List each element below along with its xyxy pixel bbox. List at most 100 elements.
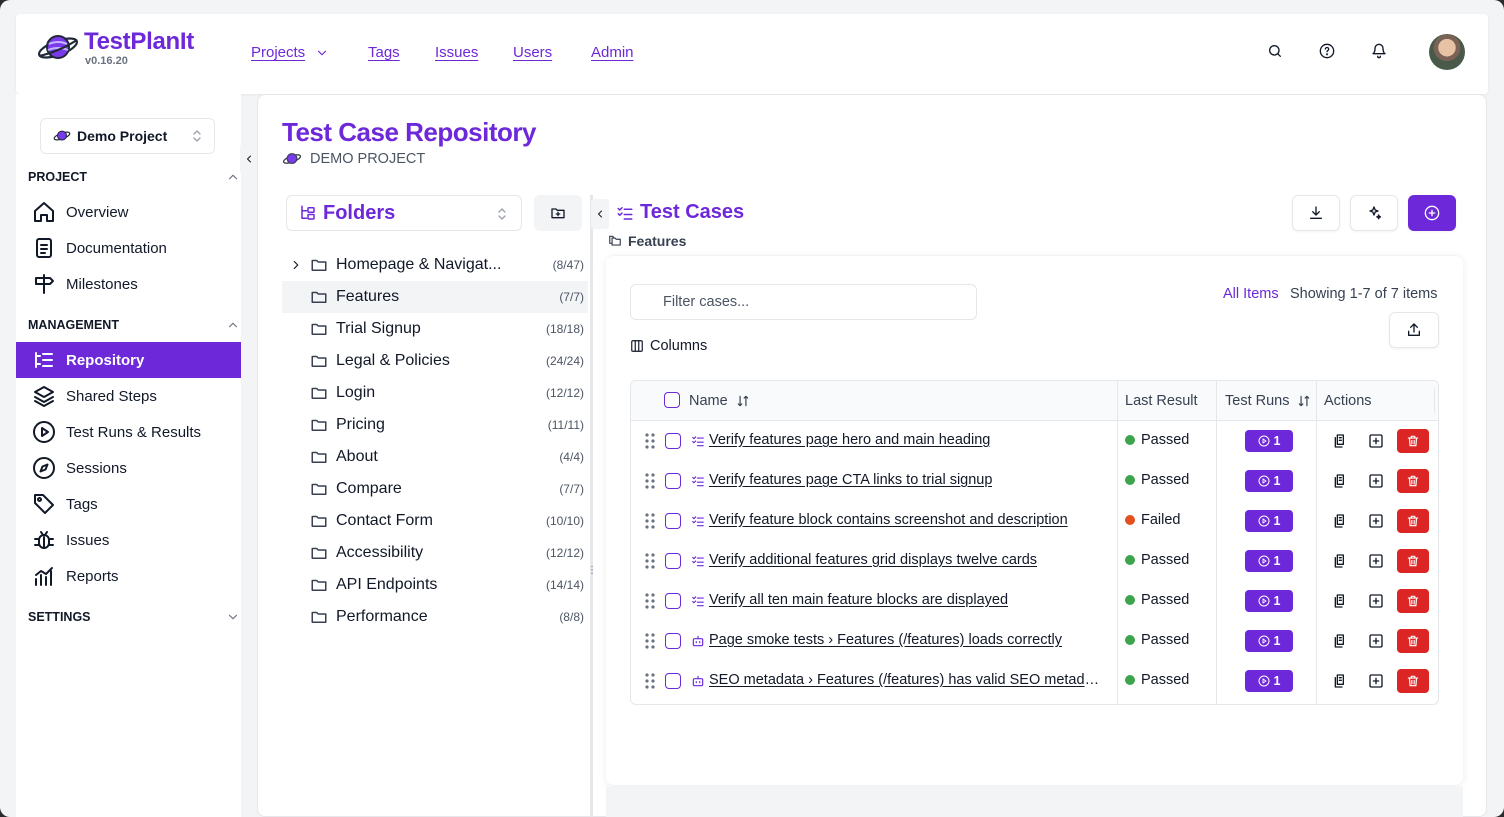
nav-tags[interactable]: Tags — [368, 44, 400, 61]
section-project-header[interactable]: PROJECT — [28, 170, 240, 184]
header-name[interactable]: Name — [689, 393, 750, 409]
sidebar-item-documentation[interactable]: Documentation — [16, 230, 241, 266]
test-case-link[interactable]: Verify features page hero and main headi… — [709, 432, 990, 448]
bell-icon[interactable] — [1371, 43, 1387, 59]
drag-handle-icon[interactable] — [645, 433, 655, 449]
delete-button[interactable] — [1397, 549, 1429, 573]
sidebar-item-milestones[interactable]: Milestones — [16, 266, 241, 302]
plus-square-icon[interactable] — [1368, 673, 1384, 689]
row-checkbox[interactable] — [665, 473, 681, 489]
copy-icon[interactable] — [1332, 593, 1348, 609]
test-runs-badge[interactable]: 1 — [1245, 430, 1293, 452]
row-checkbox[interactable] — [665, 673, 681, 689]
folder-item[interactable]: Performance (8/8) — [282, 601, 588, 633]
section-settings-header[interactable]: SETTINGS — [28, 610, 240, 624]
brand-name[interactable]: TestPlanIt — [84, 28, 194, 56]
row-checkbox[interactable] — [665, 593, 681, 609]
table-row[interactable]: Verify all ten main feature blocks are d… — [631, 581, 1438, 621]
row-checkbox[interactable] — [665, 553, 681, 569]
panel-splitter[interactable] — [590, 195, 593, 817]
sidebar-item-issues[interactable]: Issues — [16, 522, 241, 558]
splitter-grip-icon[interactable]: ⋮ — [587, 563, 597, 579]
folder-item[interactable]: Pricing (11/11) — [282, 409, 588, 441]
drag-handle-icon[interactable] — [645, 593, 655, 609]
plus-square-icon[interactable] — [1368, 593, 1384, 609]
table-row[interactable]: SEO metadata › Features (/features) has … — [631, 661, 1438, 701]
sidebar-collapse-button[interactable] — [240, 144, 258, 174]
sort-icon[interactable] — [736, 394, 750, 408]
table-row[interactable]: Verify features page CTA links to trial … — [631, 461, 1438, 501]
copy-icon[interactable] — [1332, 553, 1348, 569]
sidebar-item-tags[interactable]: Tags — [16, 486, 241, 522]
plus-square-icon[interactable] — [1368, 433, 1384, 449]
folder-item[interactable]: Homepage & Navigat... (8/47) — [282, 249, 588, 281]
copy-icon[interactable] — [1332, 433, 1348, 449]
folder-item[interactable]: Compare (7/7) — [282, 473, 588, 505]
delete-button[interactable] — [1397, 629, 1429, 653]
delete-button[interactable] — [1397, 469, 1429, 493]
copy-icon[interactable] — [1332, 633, 1348, 649]
folder-item[interactable]: Accessibility (12/12) — [282, 537, 588, 569]
header-test-runs[interactable]: Test Runs — [1225, 393, 1311, 409]
test-runs-badge[interactable]: 1 — [1245, 510, 1293, 532]
drag-handle-icon[interactable] — [645, 553, 655, 569]
folder-item[interactable]: Login (12/12) — [282, 377, 588, 409]
folder-item[interactable]: Trial Signup (18/18) — [282, 313, 588, 345]
test-case-link[interactable]: Page smoke tests › Features (/features) … — [709, 632, 1062, 648]
copy-icon[interactable] — [1332, 673, 1348, 689]
row-checkbox[interactable] — [665, 513, 681, 529]
copy-icon[interactable] — [1332, 513, 1348, 529]
table-row[interactable]: Page smoke tests › Features (/features) … — [631, 621, 1438, 661]
chevron-right-icon[interactable] — [289, 258, 303, 272]
project-select[interactable]: Demo Project — [40, 118, 215, 154]
add-test-case-button[interactable] — [1408, 195, 1456, 231]
folder-item[interactable]: API Endpoints (14/14) — [282, 569, 588, 601]
new-folder-button[interactable] — [534, 195, 582, 231]
test-case-link[interactable]: Verify additional features grid displays… — [709, 552, 1037, 568]
nav-projects[interactable]: Projects — [251, 44, 329, 61]
sidebar-item-repository[interactable]: Repository — [16, 342, 241, 378]
ai-generate-button[interactable] — [1350, 195, 1398, 231]
export-button[interactable] — [1389, 312, 1439, 348]
test-runs-badge[interactable]: 1 — [1245, 670, 1293, 692]
plus-square-icon[interactable] — [1368, 633, 1384, 649]
drag-handle-icon[interactable] — [645, 673, 655, 689]
help-icon[interactable] — [1319, 43, 1335, 59]
filter-input[interactable] — [630, 284, 977, 320]
row-checkbox[interactable] — [665, 433, 681, 449]
copy-icon[interactable] — [1332, 473, 1348, 489]
columns-button[interactable]: Columns — [630, 338, 707, 354]
test-case-link[interactable]: Verify features page CTA links to trial … — [709, 472, 992, 488]
sidebar-item-overview[interactable]: Overview — [16, 194, 241, 230]
drag-handle-icon[interactable] — [645, 633, 655, 649]
folders-select[interactable]: Folders — [286, 195, 522, 231]
sidebar-item-sessions[interactable]: Sessions — [16, 450, 241, 486]
plus-square-icon[interactable] — [1368, 473, 1384, 489]
folder-item[interactable]: Legal & Policies (24/24) — [282, 345, 588, 377]
search-icon[interactable] — [1267, 43, 1283, 59]
nav-users[interactable]: Users — [513, 44, 552, 61]
drag-handle-icon[interactable] — [645, 513, 655, 529]
row-checkbox[interactable] — [665, 633, 681, 649]
test-case-link[interactable]: Verify feature block contains screenshot… — [709, 512, 1068, 528]
delete-button[interactable] — [1397, 429, 1429, 453]
plus-square-icon[interactable] — [1368, 553, 1384, 569]
nav-admin[interactable]: Admin — [591, 44, 634, 61]
test-case-link[interactable]: Verify all ten main feature blocks are d… — [709, 592, 1008, 608]
sidebar-item-test-runs[interactable]: Test Runs & Results — [16, 414, 241, 450]
delete-button[interactable] — [1397, 669, 1429, 693]
column-divider[interactable] — [1434, 389, 1435, 413]
delete-button[interactable] — [1397, 589, 1429, 613]
planet-logo-icon[interactable] — [36, 30, 80, 66]
all-items-link[interactable]: All Items — [1223, 286, 1279, 302]
user-avatar[interactable] — [1429, 34, 1465, 70]
folder-item[interactable]: About (4/4) — [282, 441, 588, 473]
table-row[interactable]: Verify additional features grid displays… — [631, 541, 1438, 581]
header-last-result[interactable]: Last Result — [1125, 393, 1198, 409]
table-row[interactable]: Verify feature block contains screenshot… — [631, 501, 1438, 541]
test-case-link[interactable]: SEO metadata › Features (/features) has … — [709, 672, 1107, 688]
sidebar-item-reports[interactable]: Reports — [16, 558, 241, 594]
section-management-header[interactable]: MANAGEMENT — [28, 318, 240, 332]
nav-issues[interactable]: Issues — [435, 44, 478, 61]
sort-icon[interactable] — [1297, 394, 1311, 408]
